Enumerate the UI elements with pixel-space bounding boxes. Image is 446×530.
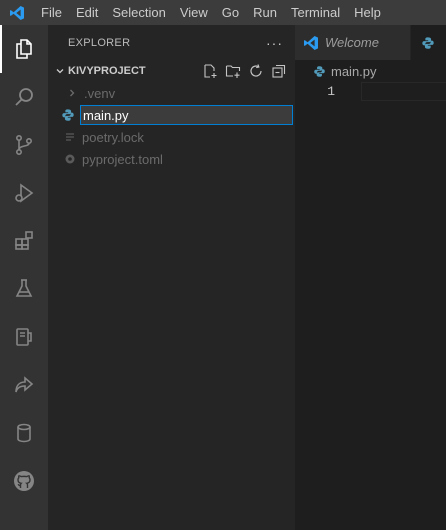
editor-area: Welcome main.py 1	[295, 25, 446, 530]
folder-section-header[interactable]: KIVYPROJECT	[48, 60, 295, 82]
menu-edit[interactable]: Edit	[69, 0, 105, 25]
lines-file-icon	[62, 129, 78, 145]
refresh-icon[interactable]	[248, 63, 264, 79]
tree-item-label: .venv	[84, 85, 116, 101]
code-line[interactable]: 1	[295, 82, 446, 101]
menu-file[interactable]: File	[34, 0, 69, 25]
run-debug-icon[interactable]	[0, 169, 48, 217]
tab-main-py[interactable]	[411, 25, 446, 60]
more-actions-icon[interactable]: ···	[266, 36, 283, 50]
menu-terminal[interactable]: Terminal	[284, 0, 347, 25]
python-file-icon	[421, 36, 435, 50]
rename-file-input[interactable]	[80, 105, 293, 125]
tree-item-poetry-lock[interactable]: poetry.lock	[48, 126, 295, 148]
tree-item-label: pyproject.toml	[82, 151, 163, 167]
editor-tab-bar: Welcome	[295, 25, 446, 60]
remote-explorer-icon[interactable]	[0, 313, 48, 361]
github-icon[interactable]	[0, 457, 48, 505]
database-icon[interactable]	[0, 409, 48, 457]
explorer-icon[interactable]	[0, 25, 48, 73]
settings-file-icon	[62, 151, 78, 167]
extensions-icon[interactable]	[0, 217, 48, 265]
folder-name: KIVYPROJECT	[68, 65, 146, 77]
python-file-icon	[60, 107, 76, 123]
menu-help[interactable]: Help	[347, 0, 388, 25]
breadcrumb-file[interactable]: main.py	[331, 64, 377, 79]
chevron-right-icon	[64, 85, 80, 101]
breadcrumb[interactable]: main.py	[295, 60, 446, 82]
title-bar: File Edit Selection View Go Run Terminal…	[0, 0, 446, 25]
menu-run[interactable]: Run	[246, 0, 284, 25]
sidebar-title: EXPLORER	[68, 36, 131, 49]
menu-selection[interactable]: Selection	[105, 0, 172, 25]
testing-icon[interactable]	[0, 265, 48, 313]
explorer-sidebar: EXPLORER ··· KIVYPROJECT .venv main.py p…	[48, 25, 295, 530]
tree-item-new-file[interactable]	[48, 104, 295, 126]
tab-label: Welcome	[325, 35, 379, 50]
new-file-icon[interactable]	[202, 63, 218, 79]
tree-item-pyproject-toml[interactable]: pyproject.toml	[48, 148, 295, 170]
new-folder-icon[interactable]	[225, 63, 241, 79]
tab-welcome[interactable]: Welcome	[295, 25, 411, 60]
python-file-icon	[313, 65, 326, 78]
menu-view[interactable]: View	[173, 0, 215, 25]
source-control-icon[interactable]	[0, 121, 48, 169]
vscode-logo-icon	[303, 35, 319, 51]
live-share-icon[interactable]	[0, 361, 48, 409]
tree-item-venv[interactable]: .venv	[48, 82, 295, 104]
collapse-all-icon[interactable]	[271, 63, 287, 79]
line-number: 1	[327, 84, 335, 99]
tree-item-label: poetry.lock	[82, 129, 144, 145]
chevron-down-icon	[56, 69, 64, 74]
current-line-highlight	[361, 82, 446, 101]
menu-go[interactable]: Go	[215, 0, 246, 25]
activity-bar	[0, 25, 48, 530]
vscode-logo-icon[interactable]	[0, 0, 34, 25]
search-icon[interactable]	[0, 73, 48, 121]
sidebar-title-bar: EXPLORER ···	[48, 25, 295, 60]
